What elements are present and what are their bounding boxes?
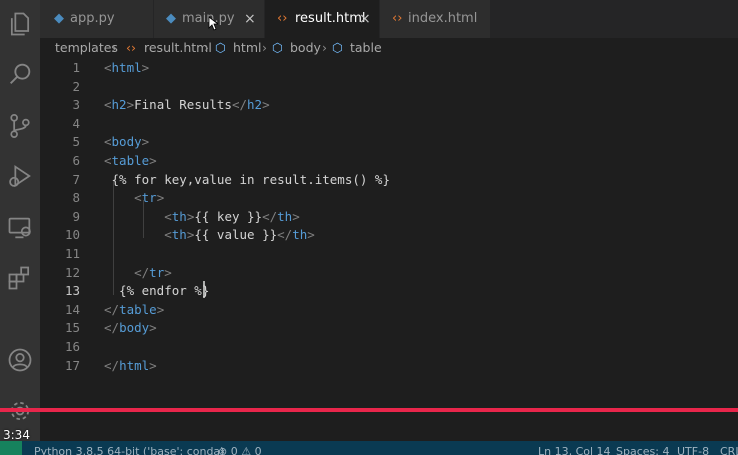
code-line[interactable]: 17 </html> bbox=[40, 356, 738, 375]
code-text: </body> bbox=[104, 320, 157, 336]
line-number: 8 bbox=[72, 190, 80, 206]
problems-count[interactable]: ⊗ 0 ⚠ 0 bbox=[218, 441, 262, 455]
code-text: <th>{{ value }}</th> bbox=[164, 227, 315, 243]
python-interpreter[interactable]: Python 3.8.5 64-bit ('base': conda) bbox=[34, 441, 224, 455]
chevron-right-icon: › bbox=[262, 40, 267, 55]
line-number: 6 bbox=[72, 153, 80, 168]
code-text: <html> bbox=[104, 60, 150, 75]
tab-index-html[interactable]: ‹› index.html bbox=[380, 0, 490, 38]
chevron-right-icon: › bbox=[322, 40, 327, 55]
mouse-pointer-icon bbox=[208, 16, 218, 31]
tab-app-py[interactable]: ◆ app.py bbox=[40, 0, 153, 38]
code-text: <h2>Final Results</h2> bbox=[104, 97, 270, 113]
line-number: 15 bbox=[64, 320, 80, 336]
line-number: 10 bbox=[64, 227, 80, 243]
extensions-icon[interactable] bbox=[6, 264, 34, 292]
line-number: 16 bbox=[64, 339, 80, 354]
encoding[interactable]: UTF-8 bbox=[677, 441, 709, 455]
code-text: <th>{{ key }}</th> bbox=[164, 208, 300, 224]
indentation[interactable]: Spaces: 4 bbox=[616, 441, 669, 455]
line-number: 13 bbox=[64, 283, 80, 299]
code-text: {% endfor %} bbox=[104, 283, 210, 299]
line-number: 17 bbox=[64, 357, 80, 373]
code-text: </table> bbox=[104, 301, 165, 317]
element-icon: ⬡ bbox=[272, 40, 283, 55]
tab-label: app.py bbox=[70, 11, 115, 26]
video-progress-bar[interactable] bbox=[0, 408, 738, 412]
search-icon[interactable] bbox=[6, 60, 34, 88]
code-line[interactable]: 5 <body> bbox=[40, 132, 738, 151]
breadcrumb-item[interactable]: html bbox=[233, 38, 261, 58]
line-number: 12 bbox=[64, 264, 80, 280]
code-line[interactable]: 1 <html> bbox=[40, 58, 738, 77]
line-number: 14 bbox=[64, 301, 80, 317]
tab-label: index.html bbox=[408, 11, 478, 26]
element-icon: ⬡ bbox=[215, 40, 226, 55]
remote-indicator[interactable] bbox=[0, 441, 22, 455]
code-line[interactable]: 14 </table> bbox=[40, 300, 738, 319]
code-editor[interactable]: 1 <html> 2 3 <h2>Final Results</h2> 4 5 <body> 6… bbox=[40, 58, 738, 410]
line-number: 1 bbox=[72, 60, 80, 75]
activity-bar bbox=[0, 0, 40, 441]
cursor-position[interactable]: Ln 13, Col 14 bbox=[538, 441, 611, 455]
status-bar: Python 3.8.5 64-bit ('base': conda) ⊗ 0 … bbox=[0, 441, 738, 455]
run-debug-icon[interactable] bbox=[6, 162, 34, 190]
code-line[interactable]: 10 <th>{{ value }}</th> bbox=[40, 225, 738, 244]
code-line[interactable]: 6 <table> bbox=[40, 151, 738, 170]
code-line[interactable]: 9 <th>{{ key }}</th> bbox=[40, 207, 738, 226]
line-number: 9 bbox=[72, 208, 80, 224]
element-icon: ⬡ bbox=[332, 40, 343, 55]
code-line[interactable]: 2 bbox=[40, 77, 738, 96]
code-line[interactable]: 7 {% for key,value in result.items() %} bbox=[40, 170, 738, 189]
code-line[interactable]: 4 bbox=[40, 114, 738, 133]
video-timestamp: 3:34 bbox=[3, 428, 30, 442]
code-line[interactable]: 3 <h2>Final Results</h2> bbox=[40, 95, 738, 114]
line-number: 4 bbox=[72, 115, 80, 131]
video-progress-fill bbox=[0, 408, 738, 412]
code-line[interactable]: 12 </tr> bbox=[40, 263, 738, 282]
python-icon: ◆ bbox=[54, 11, 64, 26]
html-icon: ‹› bbox=[126, 40, 136, 55]
line-number: 2 bbox=[72, 78, 80, 94]
chevron-right-icon: › bbox=[112, 40, 117, 55]
code-line[interactable]: 16 bbox=[40, 337, 738, 356]
source-control-icon[interactable] bbox=[6, 112, 34, 140]
code-text: <table> bbox=[104, 153, 157, 168]
code-line[interactable]: 11 bbox=[40, 244, 738, 263]
tab-result-html[interactable]: ‹› result.html × bbox=[265, 0, 379, 38]
html-icon: ‹› bbox=[392, 11, 403, 26]
explorer-icon[interactable] bbox=[6, 10, 34, 38]
line-number: 5 bbox=[72, 134, 80, 150]
code-text: <body> bbox=[104, 134, 150, 150]
code-text: {% for key,value in result.items() %} bbox=[104, 171, 390, 187]
code-line[interactable]: 15 </body> bbox=[40, 318, 738, 337]
code-text: </html> bbox=[104, 357, 157, 373]
code-line[interactable]: 13 {% endfor %} bbox=[40, 281, 738, 300]
breadcrumb-item[interactable]: body bbox=[290, 38, 321, 58]
line-number: 3 bbox=[72, 97, 80, 113]
chevron-right-icon: › bbox=[204, 40, 209, 55]
breadcrumb-item[interactable]: result.html bbox=[144, 38, 212, 58]
breadcrumb: templates › ‹› result.html › ⬡ html › ⬡ … bbox=[40, 38, 738, 58]
breadcrumb-item[interactable]: table bbox=[350, 38, 382, 58]
html-icon: ‹› bbox=[277, 11, 288, 26]
end-of-line[interactable]: CRL bbox=[720, 441, 738, 455]
tab-label: result.html bbox=[295, 11, 366, 26]
close-icon[interactable]: × bbox=[359, 0, 371, 38]
account-icon[interactable] bbox=[6, 346, 34, 374]
code-text: </tr> bbox=[134, 264, 172, 280]
editor-tabs: ◆ app.py ◆ main.py × ‹› result.html × ‹›… bbox=[40, 0, 738, 38]
breadcrumb-item[interactable]: templates bbox=[55, 38, 118, 58]
python-icon: ◆ bbox=[166, 11, 176, 26]
close-icon[interactable]: × bbox=[244, 0, 256, 38]
line-number: 7 bbox=[72, 171, 80, 187]
line-number: 11 bbox=[64, 246, 80, 261]
code-line[interactable]: 8 <tr> bbox=[40, 188, 738, 207]
code-text: <tr> bbox=[134, 190, 165, 206]
remote-explorer-icon[interactable] bbox=[6, 214, 34, 242]
